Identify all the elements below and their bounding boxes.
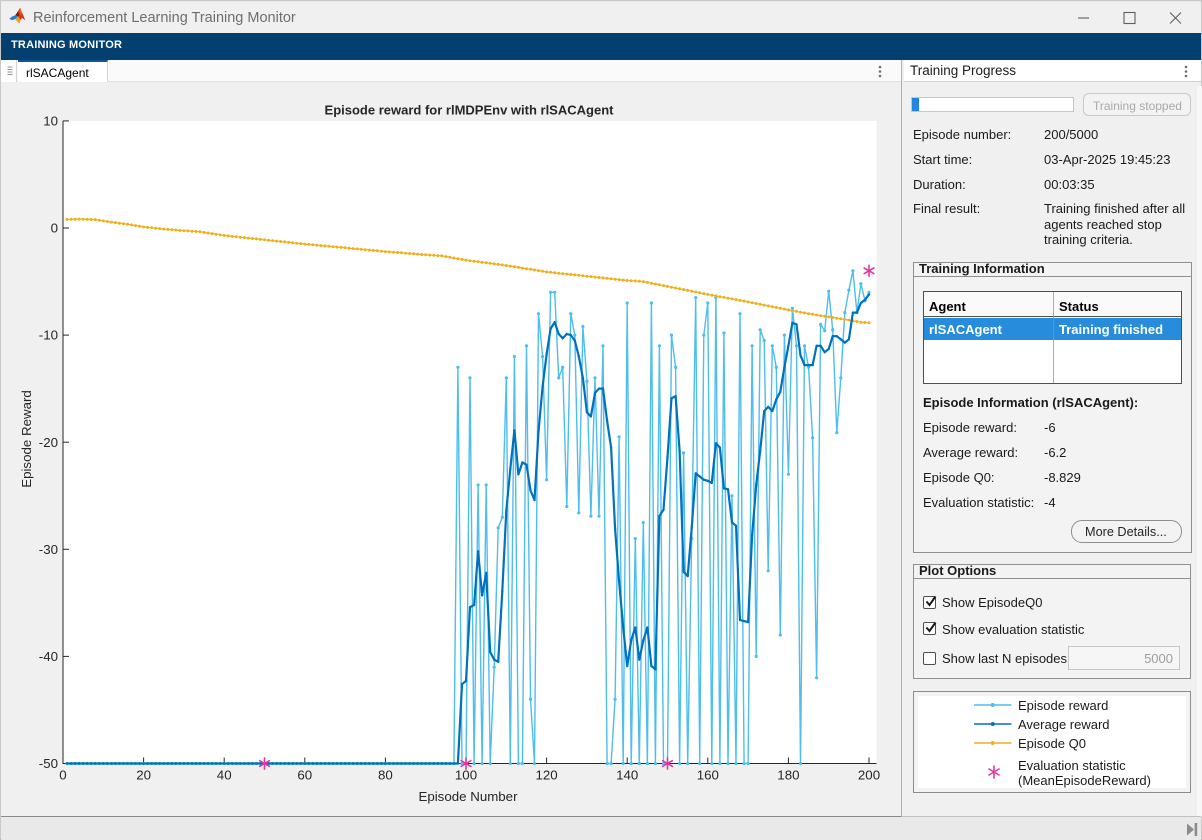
svg-text:-30: -30 [39,542,58,557]
svg-text:40: 40 [217,768,232,783]
svg-text:160: 160 [697,768,719,783]
svg-text:0: 0 [59,768,66,783]
svg-text:-20: -20 [39,435,58,450]
svg-text:80: 80 [378,768,393,783]
svg-text:10: 10 [43,114,58,129]
svg-text:120: 120 [536,768,558,783]
svg-text:Episode reward for rlMDPEnv wi: Episode reward for rlMDPEnv with rlSACAg… [325,103,615,118]
svg-text:60: 60 [297,768,312,783]
svg-text:180: 180 [777,768,799,783]
svg-text:Episode Reward: Episode Reward [19,390,34,488]
svg-text:20: 20 [136,768,151,783]
svg-text:0: 0 [51,221,58,236]
svg-text:-40: -40 [39,649,58,664]
svg-text:-50: -50 [39,756,58,771]
svg-text:-10: -10 [39,328,58,343]
svg-text:200: 200 [858,768,880,783]
svg-text:140: 140 [616,768,638,783]
svg-text:Episode Number: Episode Number [418,789,518,804]
